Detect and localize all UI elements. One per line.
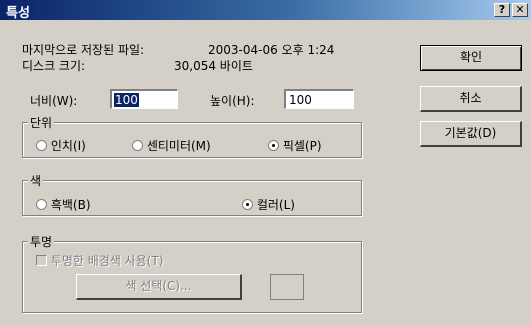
color-bw-radio[interactable] [36, 199, 47, 210]
transparency-checkbox[interactable] [36, 255, 47, 266]
disk-size-label: 디스크 크기: [22, 59, 86, 73]
width-value: 100 [114, 93, 139, 107]
color-legend: 색 [28, 172, 44, 189]
transparency-label: 투명한 배경색 사용(T) [50, 254, 164, 268]
unit-pixel-option[interactable]: 픽셀(P) [268, 137, 322, 154]
unit-cm-option[interactable]: 센티미터(M) [132, 137, 211, 154]
height-value: 100 [289, 93, 312, 107]
color-color-option[interactable]: 컬러(L) [242, 196, 295, 213]
ok-button-label: 확인 [459, 50, 483, 64]
width-input[interactable]: 100 [110, 89, 178, 109]
select-color-label: 색 선택(C)... [125, 279, 192, 293]
height-label: 높이(H): [210, 94, 255, 108]
select-color-button[interactable]: 색 선택(C)... [76, 274, 242, 300]
window-title: 특성 [6, 6, 30, 21]
units-legend: 단위 [28, 114, 55, 131]
disk-size-value: 30,054 바이트 [174, 59, 253, 73]
transparency-legend: 투명 [28, 233, 55, 250]
transparency-option[interactable]: 투명한 배경색 사용(T) [36, 252, 163, 269]
help-icon: ? [498, 3, 506, 16]
cancel-button-label: 취소 [459, 91, 482, 105]
height-input[interactable]: 100 [284, 89, 354, 109]
ok-button[interactable]: 확인 [420, 45, 522, 71]
help-button[interactable]: ? [494, 3, 510, 17]
default-button-label: 기본값(D) [444, 126, 497, 140]
unit-inch-radio[interactable] [36, 140, 47, 151]
color-color-radio[interactable] [242, 199, 253, 210]
cancel-button[interactable]: 취소 [420, 86, 522, 112]
last-saved-label: 마지막으로 저장된 파일: [22, 43, 145, 57]
width-label: 너비(W): [30, 94, 78, 108]
default-button[interactable]: 기본값(D) [420, 121, 522, 147]
color-color-label: 컬러(L) [256, 198, 295, 212]
close-icon: ✕ [515, 3, 525, 16]
unit-inch-label: 인치(I) [50, 139, 86, 153]
close-button[interactable]: ✕ [512, 3, 528, 17]
title-bar[interactable]: 특성 ? ✕ [0, 0, 531, 21]
last-saved-value: 2003-04-06 오후 1:24 [208, 43, 335, 57]
color-swatch [270, 274, 304, 300]
unit-pixel-label: 픽셀(P) [282, 139, 322, 153]
unit-cm-radio[interactable] [132, 140, 143, 151]
unit-pixel-radio[interactable] [268, 140, 279, 151]
unit-inch-option[interactable]: 인치(I) [36, 137, 86, 154]
color-bw-option[interactable]: 흑백(B) [36, 196, 91, 213]
color-bw-label: 흑백(B) [50, 198, 91, 212]
unit-cm-label: 센티미터(M) [146, 139, 211, 153]
